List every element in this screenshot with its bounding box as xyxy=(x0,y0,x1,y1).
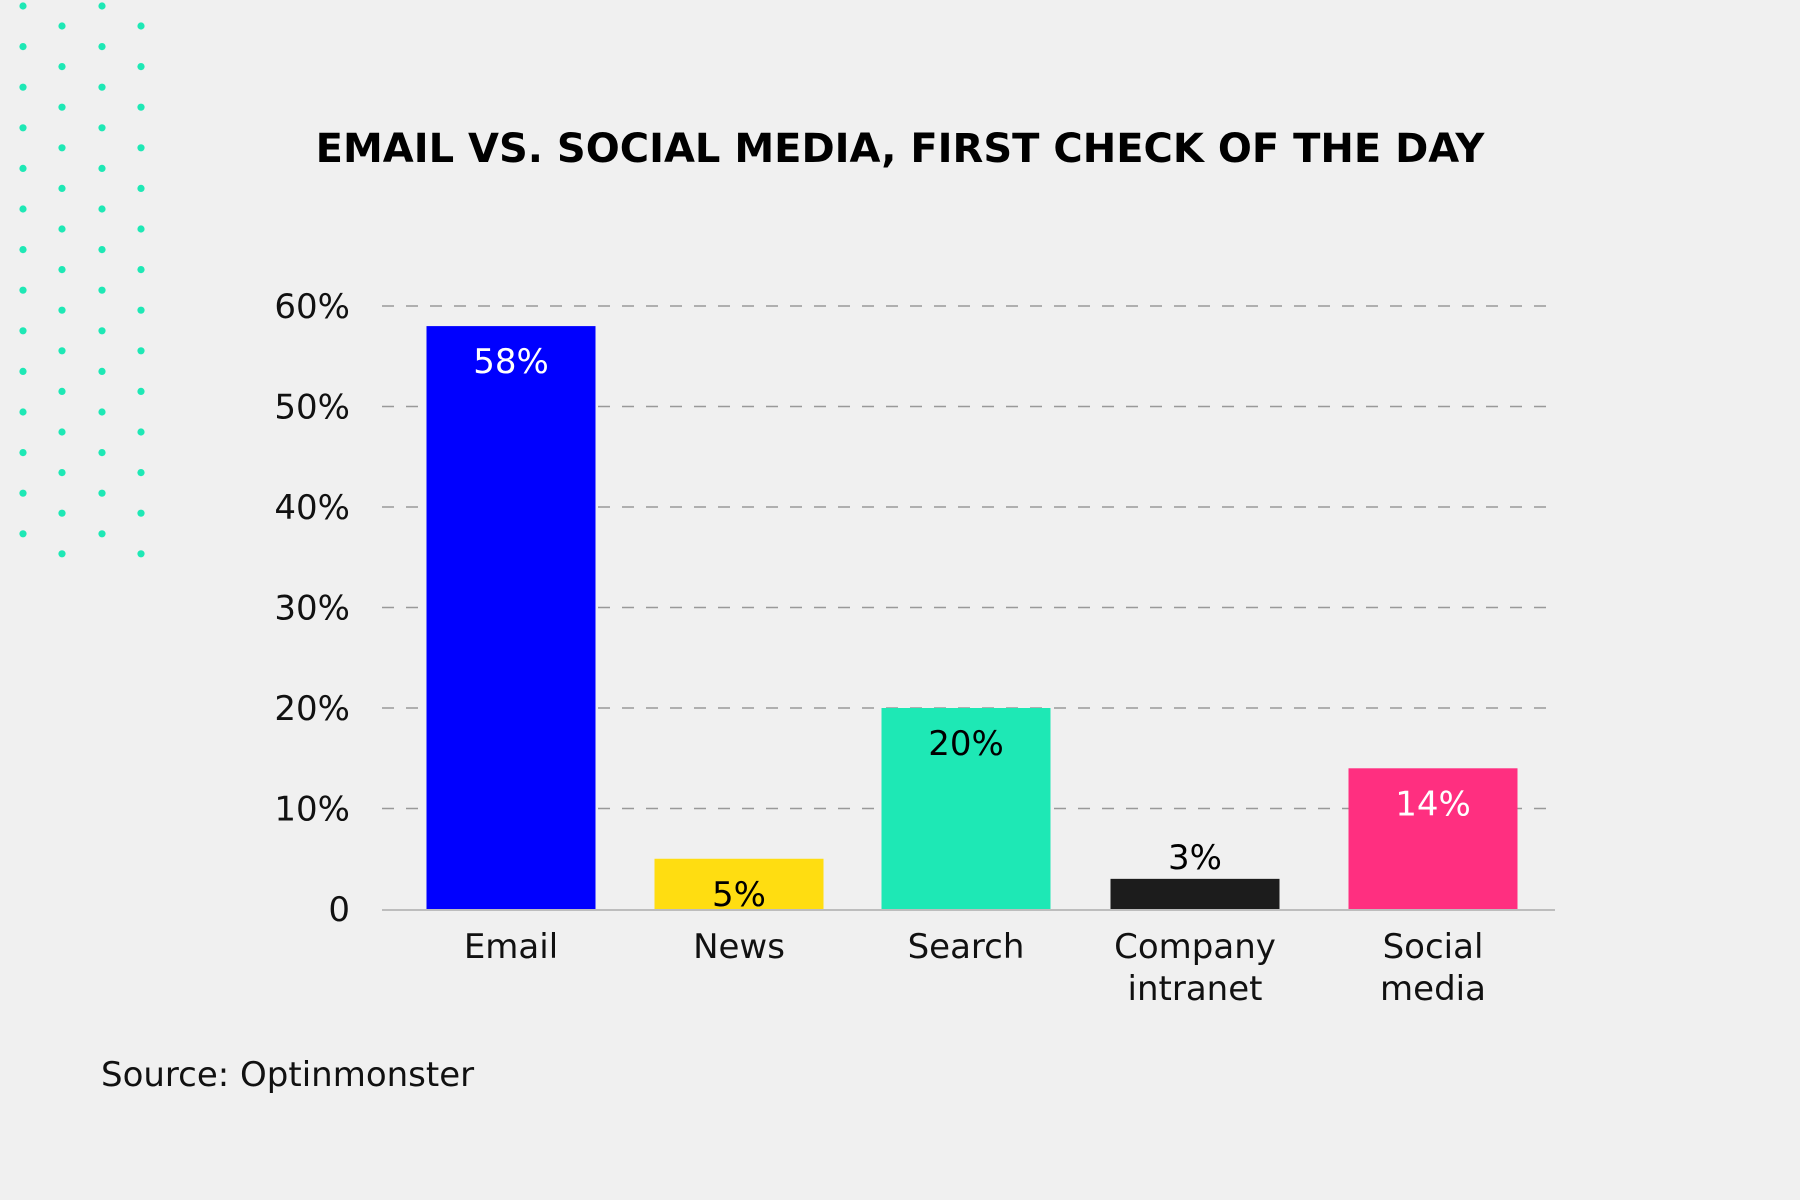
bar xyxy=(426,326,596,910)
category-label: Company xyxy=(1114,927,1276,967)
y-axis-tick-labels: 0 10% 20% 30% 40% 50% 60% xyxy=(274,287,350,930)
y-tick-label: 10% xyxy=(274,790,350,830)
category-label: Social xyxy=(1383,927,1484,967)
category-label: News xyxy=(693,927,785,967)
bars xyxy=(426,326,1518,910)
value-label: 3% xyxy=(1168,838,1222,878)
value-label: 14% xyxy=(1395,784,1471,824)
value-label: 58% xyxy=(473,342,549,382)
value-label: 20% xyxy=(928,724,1004,764)
y-tick-label: 20% xyxy=(274,689,350,729)
category-label: Search xyxy=(908,927,1025,967)
y-tick-label: 40% xyxy=(274,488,350,528)
chart-title: EMAIL VS. SOCIAL MEDIA, FIRST CHECK OF T… xyxy=(316,126,1486,172)
bar-chart: EMAIL VS. SOCIAL MEDIA, FIRST CHECK OF T… xyxy=(274,126,1555,1009)
category-label: media xyxy=(1380,969,1486,1009)
value-label: 5% xyxy=(712,875,766,915)
source-note: Source: Optinmonster xyxy=(101,1055,475,1095)
y-tick-label: 0 xyxy=(328,890,350,930)
x-axis-category-labels: Email News Search Companyintranet Socialmedi… xyxy=(464,927,1486,1009)
y-tick-label: 30% xyxy=(274,589,350,629)
y-tick-label: 60% xyxy=(274,287,350,327)
category-label: intranet xyxy=(1128,969,1263,1009)
bar xyxy=(1110,878,1280,909)
y-tick-label: 50% xyxy=(274,388,350,428)
category-label: Email xyxy=(464,927,558,967)
